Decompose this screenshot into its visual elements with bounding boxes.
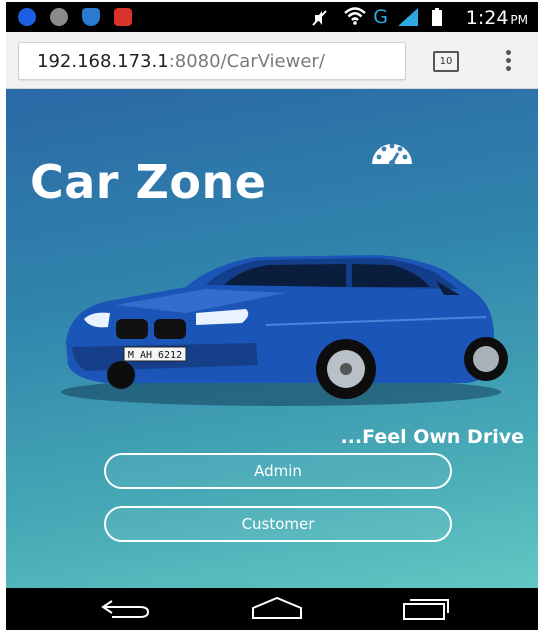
browser-toolbar: 192.168.173.1:8080/CarViewer/ 10 xyxy=(6,32,538,89)
signal-icon xyxy=(398,8,418,26)
network-type: G xyxy=(373,6,388,28)
speedometer-icon xyxy=(372,143,412,166)
back-icon[interactable] xyxy=(100,598,152,620)
wifi-icon xyxy=(344,7,366,25)
status-time: 1:24 PM xyxy=(465,7,528,29)
url-text[interactable]: 192.168.173.1:8080/CarViewer/ xyxy=(37,51,325,72)
tab-switcher-button[interactable]: 10 xyxy=(433,51,459,72)
overflow-menu-icon[interactable] xyxy=(506,50,512,72)
status-bar: G 1:24 PM xyxy=(6,2,538,32)
phone-screen: G 1:24 PM 192.168.173.1:8080/CarViewer/ 1… xyxy=(6,2,538,630)
home-icon[interactable] xyxy=(250,596,304,620)
app-notification-icon xyxy=(50,8,68,26)
page-title: Car Zone xyxy=(30,155,267,209)
mute-icon xyxy=(312,10,327,26)
app-notification-icon xyxy=(114,8,132,26)
car-image: M AH 6212 xyxy=(61,255,508,406)
navigation-bar xyxy=(6,588,538,630)
battery-icon xyxy=(432,8,442,26)
customer-button[interactable]: Customer xyxy=(104,506,452,542)
shield-icon xyxy=(82,8,100,26)
url-path: :8080/CarViewer/ xyxy=(168,51,325,72)
page-content: Car Zone M AH 6212 ...Feel Own Drive Adm… xyxy=(6,89,538,588)
status-ampm: PM xyxy=(510,13,528,27)
admin-button[interactable]: Admin xyxy=(104,453,452,489)
tagline: ...Feel Own Drive xyxy=(340,426,524,448)
url-host: 192.168.173.1 xyxy=(37,51,169,72)
url-bar[interactable]: 192.168.173.1:8080/CarViewer/ xyxy=(18,42,406,80)
app-notification-icon xyxy=(18,8,36,26)
license-plate: M AH 6212 xyxy=(128,350,182,361)
recent-apps-icon[interactable] xyxy=(400,595,452,621)
